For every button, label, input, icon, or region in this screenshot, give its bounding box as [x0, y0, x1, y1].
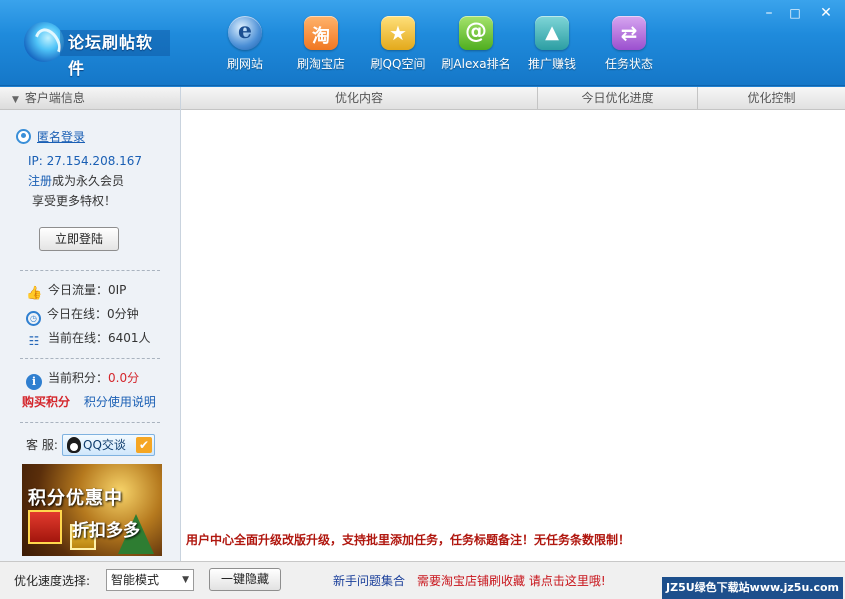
one-click-hide-button[interactable]: 一键隐藏	[209, 568, 281, 591]
ip-address: IP: 27.154.208.167	[28, 154, 143, 168]
register-row: 注册成为永久会员	[28, 172, 124, 190]
alarm-clock-icon: ◷	[26, 311, 41, 326]
promo-subtitle: 折扣多多	[72, 521, 140, 541]
upgrade-notice: 用户中心全面升级改版升级，支持批里添加任务，任务标题备注！无任务条数限制！	[186, 533, 631, 547]
nav-item-alexa[interactable]: 刷Alexa排名	[440, 16, 512, 72]
anon-login-row: 匿名登录	[16, 128, 85, 146]
nav-item-taobao[interactable]: 刷淘宝店	[293, 16, 349, 72]
client-info-sidebar: ▼ 客户端信息 匿名登录 IP: 27.154.208.167 注册成为永久会员 …	[0, 87, 181, 561]
chevron-down-icon: ▼	[182, 575, 189, 585]
gift-box-icon	[28, 510, 62, 544]
column-header-progress[interactable]: 今日优化进度	[538, 87, 698, 110]
nav-item-label: 刷QQ空间	[370, 57, 426, 71]
app-title: 论坛刷帖软件	[60, 30, 170, 78]
nav-item-label: 任务状态	[604, 57, 653, 71]
task-list-panel: 优化内容 今日优化进度 优化控制 用户中心全面升级改版升级，支持批里添加任务，任…	[181, 87, 845, 561]
bottom-bar: 优化速度选择: 智能模式 ▼ 一键隐藏 新手问题集合 需要淘宝店铺刷收藏 请点击…	[0, 561, 845, 599]
thumbs-up-icon: 👍	[26, 286, 43, 301]
buy-points-link[interactable]: 购买积分	[22, 395, 70, 409]
check-icon: ✔	[136, 437, 152, 453]
points-value: 0.0分	[108, 371, 140, 385]
taobao-icon	[304, 16, 338, 50]
nav-item-promote[interactable]: 推广赚钱	[526, 16, 578, 72]
column-header-content[interactable]: 优化内容	[181, 87, 538, 110]
privilege-text: 享受更多特权！	[32, 194, 117, 208]
title-bar: 论坛刷帖软件 刷网站 刷淘宝店 刷QQ空间 刷Alexa排名 推广赚钱 任务状态…	[0, 0, 845, 86]
nav-item-qzone[interactable]: 刷QQ空间	[368, 16, 428, 72]
flame-logo-icon	[24, 22, 64, 62]
taobao-favorite-link[interactable]: 需要淘宝店铺刷收藏 请点击这里哦!	[417, 572, 606, 589]
register-text: 成为永久会员	[52, 174, 125, 188]
speed-select-value: 智能模式	[111, 573, 160, 587]
column-header-control[interactable]: 优化控制	[698, 87, 845, 110]
app-logo: 论坛刷帖软件	[24, 22, 170, 78]
divider	[20, 422, 160, 423]
divider	[20, 270, 160, 271]
points-links: 购买积分 积分使用说明	[22, 393, 156, 411]
maximize-button[interactable]: □	[783, 4, 807, 22]
alexa-at-icon	[459, 16, 493, 50]
qzone-star-icon	[381, 16, 415, 50]
nav-item-task-status[interactable]: 任务状态	[603, 16, 655, 72]
anon-login-link[interactable]: 匿名登录	[37, 130, 85, 144]
today-online-time-text: 今日在线：0分钟	[47, 307, 139, 321]
service-label: 客 服:	[26, 438, 58, 452]
online-users-icon: ☷	[28, 334, 40, 348]
qq-chat-button[interactable]: QQ交谈 ✔	[62, 434, 155, 456]
current-points: i 当前积分：0.0分	[26, 369, 140, 390]
close-button[interactable]: ✕	[814, 4, 838, 22]
faq-link[interactable]: 新手问题集合	[333, 572, 405, 589]
qq-chat-label: QQ交谈	[83, 438, 126, 452]
speed-label: 优化速度选择:	[14, 574, 91, 588]
points-label: 当前积分：	[48, 371, 109, 385]
sidebar-header-label: 客户端信息	[24, 91, 85, 105]
nav-item-label: 刷淘宝店	[296, 57, 345, 71]
divider	[20, 358, 160, 359]
task-swap-icon	[612, 16, 646, 50]
today-traffic-text: 今日流量：0IP	[48, 283, 127, 297]
nav-item-web[interactable]: 刷网站	[222, 16, 268, 72]
nav-item-label: 刷网站	[226, 57, 263, 71]
register-link[interactable]: 注册	[28, 174, 52, 188]
info-icon: i	[26, 374, 42, 390]
qq-penguin-icon	[67, 437, 81, 453]
login-button[interactable]: 立即登陆	[39, 227, 119, 251]
current-online: ☷ 当前在线：6401人	[26, 329, 151, 348]
collapse-caret-icon: ▼	[12, 95, 19, 105]
today-online-time: ◷ 今日在线：0分钟	[26, 305, 139, 326]
minimize-button[interactable]: –	[757, 4, 781, 22]
points-promo-banner[interactable]: 积分优惠中 折扣多多	[22, 464, 162, 556]
current-online-text: 当前在线：6401人	[48, 331, 151, 345]
user-icon	[16, 129, 31, 144]
today-traffic: 👍 今日流量：0IP	[26, 281, 127, 301]
points-help-link[interactable]: 积分使用说明	[84, 395, 156, 409]
nav-item-label: 推广赚钱	[527, 57, 576, 71]
promo-title: 积分优惠中	[28, 488, 123, 509]
ie-globe-icon	[228, 16, 262, 50]
site-watermark: JZ5U绿色下载站www.jz5u.com	[662, 577, 843, 599]
nav-item-label: 刷Alexa排名	[441, 57, 511, 71]
rocket-icon	[535, 16, 569, 50]
speed-select[interactable]: 智能模式 ▼	[106, 569, 194, 591]
sidebar-header[interactable]: ▼ 客户端信息	[0, 87, 180, 110]
